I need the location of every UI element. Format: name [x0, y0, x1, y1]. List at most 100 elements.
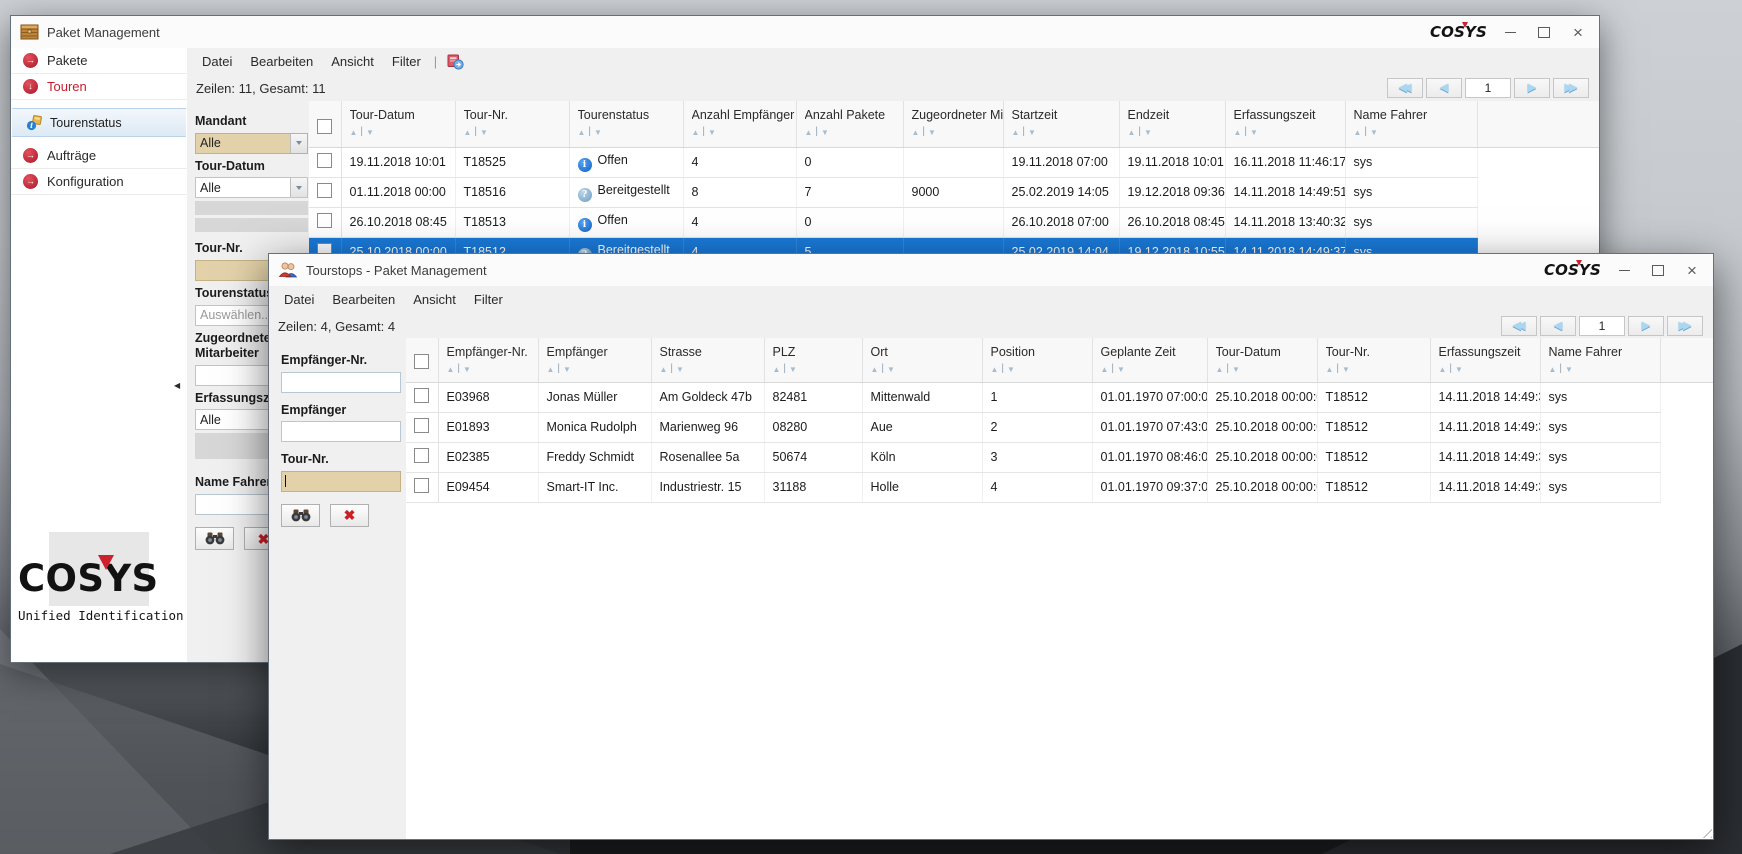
- maximize-button[interactable]: [1649, 261, 1667, 279]
- pagination-first-button[interactable]: ◀◀: [1501, 316, 1537, 336]
- menu-bearbeiten[interactable]: Bearbeiten: [323, 288, 404, 311]
- sort-desc-icon[interactable]: ▼: [1250, 128, 1258, 137]
- row-checkbox[interactable]: [414, 418, 429, 433]
- sort-icons[interactable]: ▲|▼: [1234, 127, 1345, 137]
- table-row[interactable]: 19.11.2018 10:01T18525iOffen4019.11.2018…: [309, 147, 1478, 177]
- table-row[interactable]: E03968Jonas MüllerAm Goldeck 47b82481Mit…: [406, 382, 1661, 412]
- table-row[interactable]: E01893Monica RudolphMarienweg 9608280Aue…: [406, 412, 1661, 442]
- sort-desc-icon[interactable]: ▼: [1342, 365, 1350, 374]
- pagination-last-button[interactable]: ▶▶: [1667, 316, 1703, 336]
- sort-icons[interactable]: ▲|▼: [578, 127, 683, 137]
- pagination-prev-button[interactable]: ◀: [1426, 78, 1462, 98]
- table-row[interactable]: 26.10.2018 08:45T18513iOffen4026.10.2018…: [309, 207, 1478, 237]
- sort-desc-icon[interactable]: ▼: [1455, 365, 1463, 374]
- column-header[interactable]: Tour-Datum▲|▼: [341, 101, 455, 147]
- sort-icons[interactable]: ▲|▼: [547, 364, 651, 374]
- reload-tour-icon[interactable]: [447, 54, 464, 70]
- empfaenger-nr-input[interactable]: [281, 372, 401, 393]
- sort-desc-icon[interactable]: ▼: [821, 128, 829, 137]
- column-header[interactable]: Anzahl Pakete▲|▼: [796, 101, 903, 147]
- sort-asc-icon[interactable]: ▲: [1012, 128, 1020, 137]
- table-row[interactable]: E02385Freddy SchmidtRosenallee 5a50674Kö…: [406, 442, 1661, 472]
- sort-icons[interactable]: ▲|▼: [350, 127, 455, 137]
- sort-icons[interactable]: ▲|▼: [660, 364, 764, 374]
- sidebar-collapse-handle[interactable]: ◀: [174, 382, 180, 390]
- sidebar-item-konfiguration[interactable]: → Konfiguration: [11, 169, 187, 195]
- sort-desc-icon[interactable]: ▼: [563, 365, 571, 374]
- sort-desc-icon[interactable]: ▼: [928, 128, 936, 137]
- dropdown-arrow-icon[interactable]: [290, 178, 307, 197]
- tour-nr-input-focused[interactable]: [281, 471, 401, 492]
- pagination-last-button[interactable]: ▶▶: [1553, 78, 1589, 98]
- column-header[interactable]: Anzahl Empfänger▲|▼: [683, 101, 796, 147]
- minimize-button[interactable]: [1501, 23, 1519, 41]
- sort-desc-icon[interactable]: ▼: [708, 128, 716, 137]
- sort-desc-icon[interactable]: ▼: [463, 365, 471, 374]
- maximize-button[interactable]: [1535, 23, 1553, 41]
- sort-desc-icon[interactable]: ▼: [887, 365, 895, 374]
- menu-datei[interactable]: Datei: [275, 288, 323, 311]
- sort-asc-icon[interactable]: ▲: [1101, 365, 1109, 374]
- clear-filter-button[interactable]: ✖: [330, 504, 369, 527]
- menu-ansicht[interactable]: Ansicht: [404, 288, 465, 311]
- sort-icons[interactable]: ▲|▼: [805, 127, 903, 137]
- sidebar-item-pakete[interactable]: → Pakete: [11, 48, 187, 74]
- sort-asc-icon[interactable]: ▲: [1354, 128, 1362, 137]
- dropdown-arrow-icon[interactable]: [290, 134, 307, 153]
- sort-desc-icon[interactable]: ▼: [366, 128, 374, 137]
- column-header[interactable]: Position▲|▼: [982, 338, 1092, 382]
- pagination-prev-button[interactable]: ◀: [1540, 316, 1576, 336]
- sort-icons[interactable]: ▲|▼: [1101, 364, 1207, 374]
- sort-asc-icon[interactable]: ▲: [1549, 365, 1557, 374]
- column-header[interactable]: Tourenstatus▲|▼: [569, 101, 683, 147]
- column-header[interactable]: Erfassungszeit▲|▼: [1225, 101, 1345, 147]
- sort-asc-icon[interactable]: ▲: [447, 365, 455, 374]
- sort-icons[interactable]: ▲|▼: [1012, 127, 1119, 137]
- sort-icons[interactable]: ▲|▼: [464, 127, 569, 137]
- sidebar-item-auftraege[interactable]: → Aufträge: [11, 143, 187, 169]
- column-header[interactable]: Tour-Nr.▲|▼: [1317, 338, 1430, 382]
- column-header[interactable]: Ort▲|▼: [862, 338, 982, 382]
- sort-asc-icon[interactable]: ▲: [1128, 128, 1136, 137]
- column-header[interactable]: Name Fahrer▲|▼: [1345, 101, 1478, 147]
- column-header[interactable]: Zugeordneter Mitarbeiter▲|▼: [903, 101, 1003, 147]
- sort-asc-icon[interactable]: ▲: [1439, 365, 1447, 374]
- sort-asc-icon[interactable]: ▲: [547, 365, 555, 374]
- sort-desc-icon[interactable]: ▼: [1028, 128, 1036, 137]
- select-all-checkbox[interactable]: [317, 119, 332, 134]
- sort-asc-icon[interactable]: ▲: [1216, 365, 1224, 374]
- sort-asc-icon[interactable]: ▲: [578, 128, 586, 137]
- close-button[interactable]: ×: [1683, 261, 1701, 279]
- row-checkbox[interactable]: [414, 388, 429, 403]
- sidebar-item-tourenstatus[interactable]: i Tourenstatus: [12, 108, 186, 137]
- menu-filter[interactable]: Filter: [465, 288, 512, 311]
- sort-desc-icon[interactable]: ▼: [789, 365, 797, 374]
- pagination-next-button[interactable]: ▶: [1514, 78, 1550, 98]
- row-checkbox[interactable]: [317, 153, 332, 168]
- sort-desc-icon[interactable]: ▼: [1232, 365, 1240, 374]
- sort-icons[interactable]: ▲|▼: [871, 364, 982, 374]
- sort-desc-icon[interactable]: ▼: [1117, 365, 1125, 374]
- row-checkbox[interactable]: [414, 478, 429, 493]
- sort-desc-icon[interactable]: ▼: [594, 128, 602, 137]
- column-header[interactable]: Tour-Nr.▲|▼: [455, 101, 569, 147]
- sort-asc-icon[interactable]: ▲: [1326, 365, 1334, 374]
- tour-datum-select[interactable]: Alle: [195, 177, 308, 198]
- minimize-button[interactable]: [1615, 261, 1633, 279]
- search-button[interactable]: [281, 504, 320, 527]
- sort-icons[interactable]: ▲|▼: [912, 127, 1003, 137]
- menu-filter[interactable]: Filter: [383, 50, 430, 73]
- sort-icons[interactable]: ▲|▼: [1326, 364, 1430, 374]
- sort-asc-icon[interactable]: ▲: [871, 365, 879, 374]
- sort-icons[interactable]: ▲|▼: [1439, 364, 1540, 374]
- menu-datei[interactable]: Datei: [193, 50, 241, 73]
- close-button[interactable]: ×: [1569, 23, 1587, 41]
- pagination-next-button[interactable]: ▶: [1628, 316, 1664, 336]
- sort-desc-icon[interactable]: ▼: [1565, 365, 1573, 374]
- pagination-page-number[interactable]: 1: [1579, 316, 1625, 336]
- sort-asc-icon[interactable]: ▲: [1234, 128, 1242, 137]
- column-header[interactable]: Empfänger-Nr.▲|▼: [438, 338, 538, 382]
- sort-asc-icon[interactable]: ▲: [805, 128, 813, 137]
- sort-asc-icon[interactable]: ▲: [464, 128, 472, 137]
- pagination-first-button[interactable]: ◀◀: [1387, 78, 1423, 98]
